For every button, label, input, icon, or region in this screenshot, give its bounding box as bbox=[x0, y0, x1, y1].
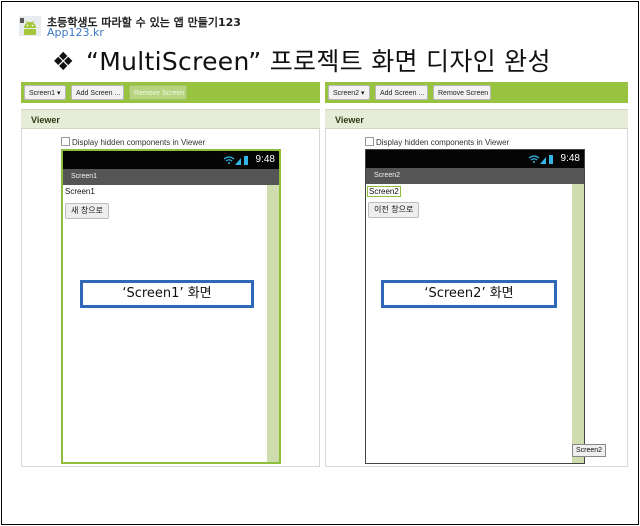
phone-title-bar: Screen2 bbox=[366, 168, 584, 184]
phone-title-bar: Screen1 bbox=[63, 169, 279, 185]
new-window-button[interactable]: 새 창으로 bbox=[65, 203, 109, 219]
display-hidden-row[interactable]: Display hidden components in Viewer bbox=[365, 137, 509, 147]
remove-screen-button[interactable]: Remove Screen bbox=[129, 85, 187, 100]
phone-scroll-strip bbox=[267, 185, 279, 462]
slide-title: ❖ “MultiScreen” 프로젝트 화면 디자인 완성 bbox=[52, 42, 551, 78]
phone-status-bar: 9:48 bbox=[63, 151, 279, 169]
callout-box: ‘Screen1’ 화면 bbox=[80, 280, 254, 308]
designer-toolbar: Screen1 ▾ Add Screen ... Remove Screen bbox=[21, 82, 320, 103]
screen-select-dropdown[interactable]: Screen2 ▾ bbox=[328, 85, 370, 100]
callout-box: ‘Screen2’ 화면 bbox=[381, 280, 557, 308]
screen-select-dropdown[interactable]: Screen1 ▾ bbox=[24, 85, 66, 100]
android-logo-icon bbox=[19, 16, 41, 36]
designer-panel-screen1: Screen1 ▾ Add Screen ... Remove Screen V… bbox=[21, 82, 320, 467]
viewer-header: Viewer bbox=[325, 109, 628, 129]
phone-scroll-strip bbox=[572, 184, 584, 463]
display-hidden-row[interactable]: Display hidden components in Viewer bbox=[61, 137, 205, 147]
header-subtitle: App123.kr bbox=[47, 26, 104, 39]
phone-clock: 9:48 bbox=[255, 154, 275, 165]
component-tooltip: Screen2 bbox=[572, 444, 607, 457]
slide-title-text: “MultiScreen” 프로젝트 화면 디자인 완성 bbox=[86, 47, 551, 76]
add-screen-button[interactable]: Add Screen ... bbox=[71, 85, 124, 100]
add-screen-button[interactable]: Add Screen ... bbox=[375, 85, 428, 100]
wifi-signal-battery-icon bbox=[528, 155, 553, 164]
phone-status-bar: 9:48 bbox=[366, 150, 584, 168]
phone-clock: 9:48 bbox=[560, 153, 580, 164]
screen-label[interactable]: Screen1 bbox=[64, 187, 96, 196]
bullet-icon: ❖ bbox=[52, 47, 75, 76]
remove-screen-button[interactable]: Remove Screen bbox=[433, 85, 491, 100]
designer-panel-screen2: Screen2 ▾ Add Screen ... Remove Screen V… bbox=[325, 82, 628, 467]
display-hidden-label: Display hidden components in Viewer bbox=[72, 138, 206, 147]
wifi-signal-battery-icon bbox=[223, 156, 248, 165]
display-hidden-checkbox[interactable] bbox=[61, 137, 70, 146]
display-hidden-checkbox[interactable] bbox=[365, 137, 374, 146]
display-hidden-label: Display hidden components in Viewer bbox=[376, 138, 510, 147]
designer-toolbar: Screen2 ▾ Add Screen ... Remove Screen bbox=[325, 82, 628, 103]
screen-label[interactable]: Screen2 bbox=[367, 186, 401, 197]
viewer-header: Viewer bbox=[21, 109, 320, 129]
previous-window-button[interactable]: 이전 창으로 bbox=[368, 202, 420, 218]
